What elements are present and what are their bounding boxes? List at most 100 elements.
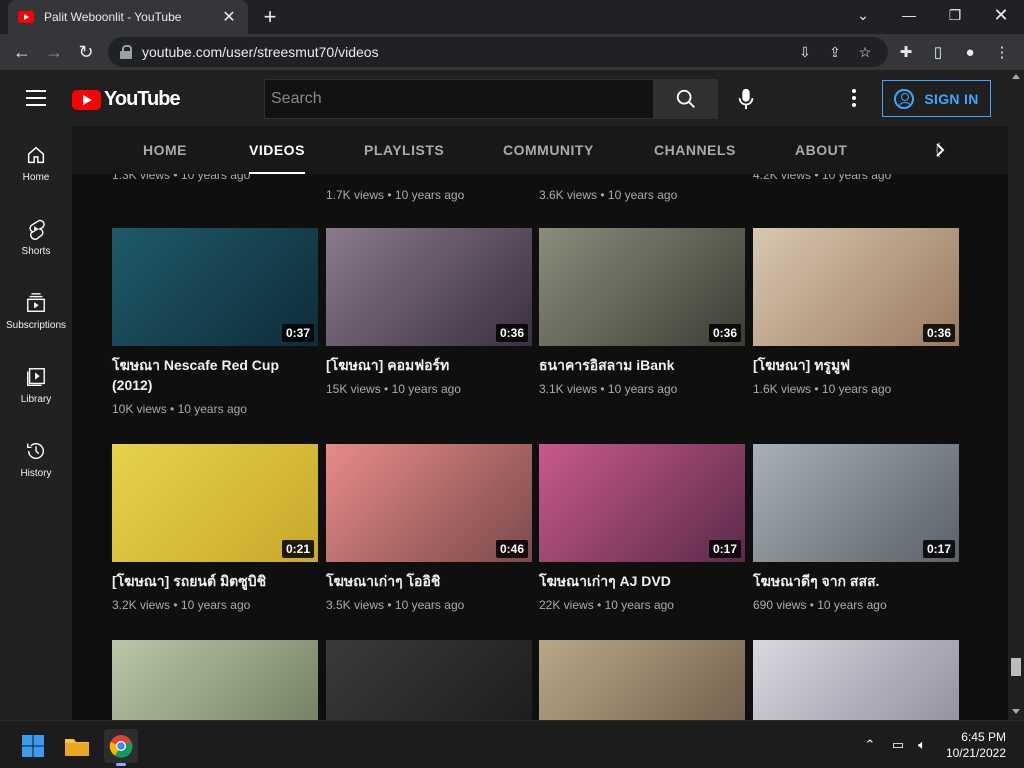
scroll-down-arrow-icon[interactable] xyxy=(1012,709,1020,714)
meta-separator: • xyxy=(166,402,178,416)
video-thumbnail[interactable]: 0:17 xyxy=(753,444,959,562)
url-text[interactable]: youtube.com/user/streesmut70/videos xyxy=(142,44,786,60)
video-title[interactable]: โฆษณาเก่าๆ โออิชิ xyxy=(326,571,532,591)
scroll-up-arrow-icon[interactable] xyxy=(1012,74,1020,79)
video-card[interactable] xyxy=(112,640,318,720)
browser-tab[interactable]: Palit Weboonlit - YouTube ✕ xyxy=(8,0,248,34)
address-bar[interactable]: youtube.com/user/streesmut70/videos ⇩ ⇪ … xyxy=(108,37,888,67)
back-button[interactable]: ← xyxy=(8,38,36,66)
tabs-next-arrow-icon[interactable] xyxy=(930,140,950,160)
video-title[interactable]: [โฆษณา] รถยนต์ มิตซูบิชิ xyxy=(112,571,318,591)
video-card[interactable]: 0:37 โฆษณา Nescafe Red Cup (2012) 10K view… xyxy=(112,228,318,416)
video-card[interactable] xyxy=(326,640,532,720)
view-count: 22K views xyxy=(539,598,594,612)
tab-close-icon[interactable]: ✕ xyxy=(220,7,238,27)
video-thumbnail[interactable] xyxy=(539,640,745,720)
share-icon[interactable]: ⇪ xyxy=(824,41,846,63)
video-card[interactable] xyxy=(753,640,959,720)
sidebar-item-home[interactable]: Home xyxy=(0,126,72,200)
extensions-icon[interactable]: ✚ xyxy=(894,40,918,64)
video-card[interactable]: 0:46 โฆษณาเก่าๆ โออิชิ 3.5K views • 10 yea… xyxy=(326,444,532,612)
network-icon[interactable]: ▭ xyxy=(888,735,908,755)
close-window-button[interactable]: ✕ xyxy=(978,0,1024,30)
show-hidden-icons-icon[interactable]: ⌃ xyxy=(860,735,880,755)
view-count: 3.2K views xyxy=(112,598,171,612)
mini-guide: Home Shorts Subscriptions Library Histor… xyxy=(0,126,72,720)
tab-about[interactable]: ABOUT xyxy=(795,126,847,174)
video-card[interactable] xyxy=(539,640,745,720)
video-thumbnail[interactable]: 0:46 xyxy=(326,444,532,562)
sign-in-button[interactable]: SIGN IN xyxy=(882,80,991,117)
video-title[interactable]: ธนาคารอิสลาม iBank xyxy=(539,355,745,375)
file-explorer-button[interactable] xyxy=(60,729,94,763)
tab-search-icon[interactable]: ⌄ xyxy=(840,0,886,30)
sidebar-item-label: History xyxy=(20,467,52,479)
sidebar-item-shorts[interactable]: Shorts xyxy=(0,200,72,274)
video-card[interactable]: 0:36 [โฆษณา] ทรูมูฟ 1.6K views • 10 years … xyxy=(753,228,959,396)
video-card[interactable]: 0:36 ธนาคารอิสลาม iBank 3.1K views • 10 ye… xyxy=(539,228,745,396)
video-duration: 0:36 xyxy=(708,324,741,342)
video-title[interactable]: โฆษณาดีๆ จาก สสส. xyxy=(753,571,959,591)
system-clock[interactable]: 6:45 PM 10/21/2022 xyxy=(946,729,1006,761)
video-thumbnail[interactable]: 0:36 xyxy=(326,228,532,346)
video-thumbnail[interactable] xyxy=(753,640,959,720)
video-card[interactable]: 0:21 [โฆษณา] รถยนต์ มิตซูบิชิ 3.2K views •… xyxy=(112,444,318,612)
tab-home[interactable]: HOME xyxy=(143,126,187,174)
page-scrollbar[interactable] xyxy=(1008,70,1024,720)
tab-community[interactable]: COMMUNITY xyxy=(503,126,594,174)
sidebar-item-label: Library xyxy=(20,393,52,405)
video-card[interactable]: 0:36 [โฆษณา] คอมฟอร์ท 15K views • 10 years… xyxy=(326,228,532,396)
upload-age: 10 years ago xyxy=(180,598,251,612)
video-title[interactable]: [โฆษณา] คอมฟอร์ท xyxy=(326,355,532,375)
video-card[interactable]: 0:17 โฆษณาเก่าๆ AJ DVD 22K views • 10 year… xyxy=(539,444,745,612)
search-box[interactable] xyxy=(264,79,654,119)
side-panel-icon[interactable]: ▯ xyxy=(926,40,950,64)
video-card[interactable]: 0:17 โฆษณาดีๆ จาก สสส. 690 views • 10 year… xyxy=(753,444,959,612)
video-duration: 0:37 xyxy=(281,324,314,342)
guide-menu-icon[interactable] xyxy=(26,90,46,106)
video-meta: 1.7K views • 10 years ago xyxy=(326,188,465,202)
tab-videos[interactable]: VIDEOS xyxy=(249,126,305,174)
forward-button[interactable]: → xyxy=(40,38,68,66)
video-title[interactable]: โฆษณา Nescafe Red Cup (2012) xyxy=(112,355,318,395)
chrome-taskbar-button[interactable] xyxy=(104,729,138,766)
minimize-button[interactable]: — xyxy=(886,0,932,30)
view-count: 15K views xyxy=(326,382,381,396)
video-duration: 0:36 xyxy=(495,324,528,342)
tab-playlists[interactable]: PLAYLISTS xyxy=(364,126,444,174)
search-button[interactable] xyxy=(654,79,718,119)
tab-channels[interactable]: CHANNELS xyxy=(654,126,736,174)
video-title[interactable]: [โฆษณา] ทรูมูฟ xyxy=(753,355,959,375)
windows-logo-icon xyxy=(22,735,44,757)
restore-button[interactable]: ❐ xyxy=(932,0,978,30)
settings-more-icon[interactable] xyxy=(842,86,866,110)
video-title[interactable]: โฆษณาเก่าๆ AJ DVD xyxy=(539,571,745,591)
video-thumbnail[interactable] xyxy=(112,640,318,720)
scrollbar-thumb[interactable] xyxy=(1011,658,1021,676)
install-app-icon[interactable]: ⇩ xyxy=(794,41,816,63)
video-duration: 0:46 xyxy=(495,540,528,558)
video-thumbnail[interactable]: 0:36 xyxy=(539,228,745,346)
video-thumbnail[interactable]: 0:21 xyxy=(112,444,318,562)
sidebar-item-subscriptions[interactable]: Subscriptions xyxy=(0,274,72,348)
bookmark-star-icon[interactable]: ☆ xyxy=(854,41,876,63)
start-button[interactable] xyxy=(16,729,50,763)
reload-button[interactable]: ↻ xyxy=(72,38,100,66)
browser-menu-icon[interactable]: ⋮ xyxy=(990,40,1014,64)
lock-icon[interactable] xyxy=(120,45,132,59)
browser-titlebar: Palit Weboonlit - YouTube ✕ + ⌄ — ❐ ✕ xyxy=(0,0,1024,34)
video-thumbnail[interactable]: 0:36 xyxy=(753,228,959,346)
video-thumbnail[interactable]: 0:17 xyxy=(539,444,745,562)
volume-icon[interactable]: 🔈︎ xyxy=(912,735,932,755)
sidebar-item-library[interactable]: Library xyxy=(0,348,72,422)
profile-icon[interactable]: ● xyxy=(958,40,982,64)
video-meta: 3.1K views • 10 years ago xyxy=(539,382,745,396)
sidebar-item-history[interactable]: History xyxy=(0,422,72,496)
youtube-logo[interactable]: YouTube xyxy=(72,88,181,111)
voice-search-button[interactable] xyxy=(729,82,763,116)
upload-age: 10 years ago xyxy=(604,598,674,612)
new-tab-button[interactable]: + xyxy=(258,4,282,30)
video-thumbnail[interactable] xyxy=(326,640,532,720)
video-thumbnail[interactable]: 0:37 xyxy=(112,228,318,346)
search-input[interactable] xyxy=(271,90,647,108)
